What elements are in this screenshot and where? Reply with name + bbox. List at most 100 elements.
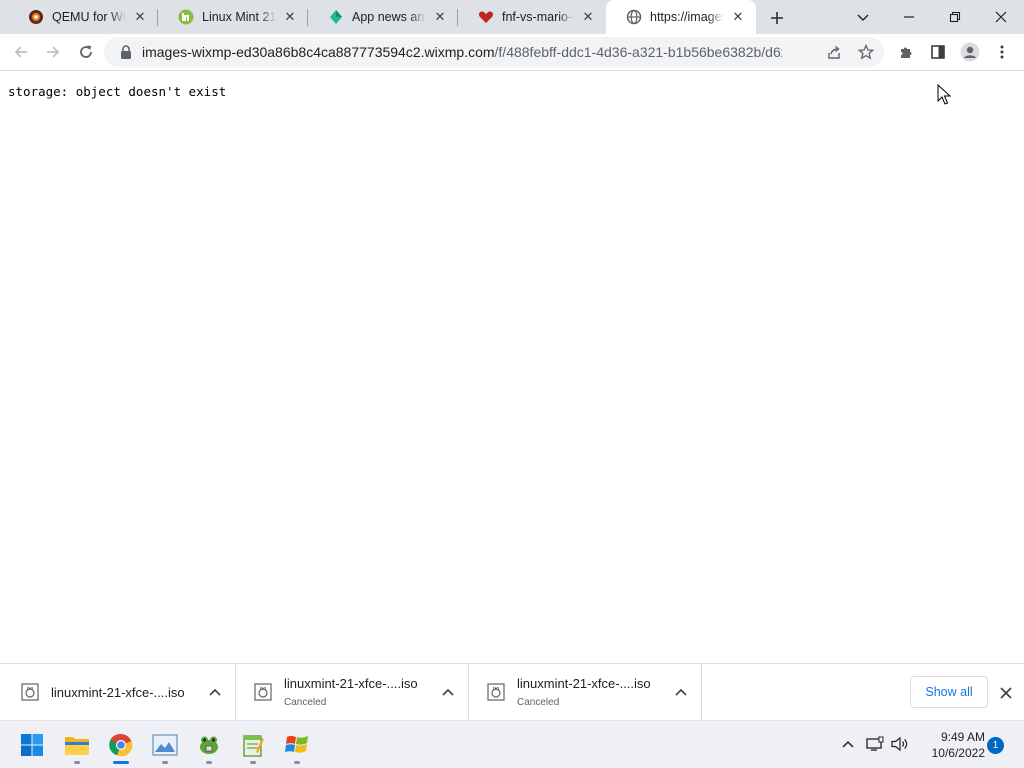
close-download-shelf-button[interactable] xyxy=(996,683,1016,703)
tab-fnf-vs-mario[interactable]: fnf-vs-mario-exe ✕ xyxy=(458,0,606,34)
iso-file-icon: iso xyxy=(487,683,505,701)
url-path: /f/488febff-ddc1-4d36-a321-b1b56be6382b/… xyxy=(494,44,782,60)
profile-button[interactable] xyxy=(956,38,984,66)
running-indicator xyxy=(206,761,212,764)
heart-icon xyxy=(478,9,494,25)
download-filename: linuxmint-21-xfce-....iso xyxy=(517,676,651,691)
tab-close-icon[interactable]: ✕ xyxy=(730,9,746,25)
network-icon xyxy=(866,736,884,751)
system-clock[interactable]: 9:49 AM 10/6/2022 xyxy=(915,729,985,761)
show-hidden-icons-button[interactable] xyxy=(837,733,859,755)
taskbar-file-explorer[interactable] xyxy=(61,729,93,761)
download-shelf: iso linuxmint-21-xfce-....iso iso linuxm… xyxy=(0,663,1024,721)
tab-title: https://images-wixmp xyxy=(650,10,724,24)
download-item[interactable]: iso linuxmint-21-xfce-....iso Canceled xyxy=(236,664,469,721)
reload-button[interactable] xyxy=(72,38,100,66)
side-panel-icon xyxy=(931,45,945,59)
minimize-button[interactable] xyxy=(886,0,932,34)
lock-icon[interactable] xyxy=(118,44,134,60)
forward-button[interactable] xyxy=(39,38,67,66)
bookmark-star-button[interactable] xyxy=(854,40,878,64)
download-options-button[interactable] xyxy=(440,684,456,700)
close-window-button[interactable] xyxy=(978,0,1024,34)
taskbar-chrome[interactable] xyxy=(105,729,137,761)
minimize-icon xyxy=(904,16,914,18)
taskbar-notepad[interactable] xyxy=(237,729,269,761)
linux-mint-icon xyxy=(178,9,194,25)
windows-start-icon xyxy=(21,734,43,756)
share-button[interactable] xyxy=(822,40,846,64)
puzzle-icon xyxy=(901,47,912,58)
running-indicator xyxy=(250,761,256,764)
download-options-button[interactable] xyxy=(673,684,689,700)
restore-icon xyxy=(949,11,961,23)
taskbar-windows-flag[interactable] xyxy=(281,729,313,761)
url-text[interactable]: images-wixmp-ed30a86b8c4ca887773594c2.wi… xyxy=(142,44,782,60)
tab-search-button[interactable] xyxy=(840,0,886,34)
chevron-up-icon xyxy=(209,688,221,696)
tab-linux-mint[interactable]: Linux Mint 21 "Vanessa" ✕ xyxy=(158,0,308,34)
browser-window: QEMU for Windows ✕ Linux Mint 21 "Vaness… xyxy=(0,0,1024,768)
tab-close-icon[interactable]: ✕ xyxy=(132,9,148,25)
more-vert-icon xyxy=(1000,45,1004,59)
share-icon xyxy=(828,45,840,59)
tab-close-icon[interactable]: ✕ xyxy=(432,9,448,25)
arrow-left-icon xyxy=(14,46,27,58)
show-all-downloads-button[interactable]: Show all xyxy=(910,676,988,708)
network-button[interactable] xyxy=(864,733,886,755)
download-item[interactable]: iso linuxmint-21-xfce-....iso Canceled xyxy=(469,664,702,721)
qemu-icon xyxy=(28,9,44,25)
tab-title: Linux Mint 21 "Vanessa" xyxy=(202,10,276,24)
restore-button[interactable] xyxy=(932,0,978,34)
file-explorer-icon xyxy=(65,737,89,755)
side-panel-button[interactable] xyxy=(924,38,952,66)
address-bar[interactable]: images-wixmp-ed30a86b8c4ca887773594c2.wi… xyxy=(104,37,884,67)
tab-qemu[interactable]: QEMU for Windows ✕ xyxy=(8,0,158,34)
notification-badge[interactable]: 1 xyxy=(987,737,1004,754)
tab-strip: QEMU for Windows ✕ Linux Mint 21 "Vaness… xyxy=(0,0,1024,34)
active-app-indicator xyxy=(113,761,129,764)
chevron-up-icon xyxy=(842,740,854,748)
frog-app-icon xyxy=(200,736,218,754)
start-button[interactable] xyxy=(16,729,48,761)
running-indicator xyxy=(162,761,168,764)
windows-flag-icon xyxy=(285,735,308,753)
close-icon xyxy=(995,11,1007,23)
download-options-button[interactable] xyxy=(207,684,223,700)
app-news-icon xyxy=(328,9,344,25)
url-host: images-wixmp-ed30a86b8c4ca887773594c2.wi… xyxy=(142,44,495,60)
svg-text:iso: iso xyxy=(260,686,267,692)
error-message: storage: object doesn't exist xyxy=(8,84,227,99)
svg-text:iso: iso xyxy=(27,686,34,692)
tab-title: fnf-vs-mario-exe xyxy=(502,10,574,24)
tab-images-wixmp[interactable]: https://images-wixmp ✕ xyxy=(606,0,756,34)
avatar-icon xyxy=(960,42,980,62)
clock-date: 10/6/2022 xyxy=(931,746,985,760)
photos-icon xyxy=(152,734,178,756)
windows-taskbar: 9:49 AM 10/6/2022 1 xyxy=(0,720,1024,768)
tab-close-icon[interactable]: ✕ xyxy=(580,9,596,25)
volume-button[interactable] xyxy=(889,733,911,755)
tab-app-news[interactable]: App news and reviews ✕ xyxy=(308,0,458,34)
taskbar-frog-app[interactable] xyxy=(193,729,225,761)
page-content: storage: object doesn't exist xyxy=(0,71,1024,663)
tab-title: QEMU for Windows xyxy=(52,10,126,24)
menu-button[interactable] xyxy=(988,38,1016,66)
download-filename: linuxmint-21-xfce-....iso xyxy=(51,685,185,700)
new-tab-button[interactable] xyxy=(764,5,790,31)
extensions-button[interactable] xyxy=(892,38,920,66)
taskbar-photos[interactable] xyxy=(149,729,181,761)
notepad-icon xyxy=(243,735,264,757)
chevron-up-icon xyxy=(675,688,687,696)
arrow-right-icon xyxy=(47,46,60,58)
download-filename: linuxmint-21-xfce-....iso xyxy=(284,676,418,691)
iso-file-icon: iso xyxy=(21,683,39,701)
download-status: Canceled xyxy=(517,697,560,708)
globe-icon xyxy=(626,9,642,25)
mouse-cursor-icon xyxy=(937,84,951,105)
back-button[interactable] xyxy=(7,38,35,66)
tab-close-icon[interactable]: ✕ xyxy=(282,9,298,25)
download-item[interactable]: iso linuxmint-21-xfce-....iso xyxy=(3,664,236,721)
download-status: Canceled xyxy=(284,697,327,708)
running-indicator xyxy=(294,761,300,764)
